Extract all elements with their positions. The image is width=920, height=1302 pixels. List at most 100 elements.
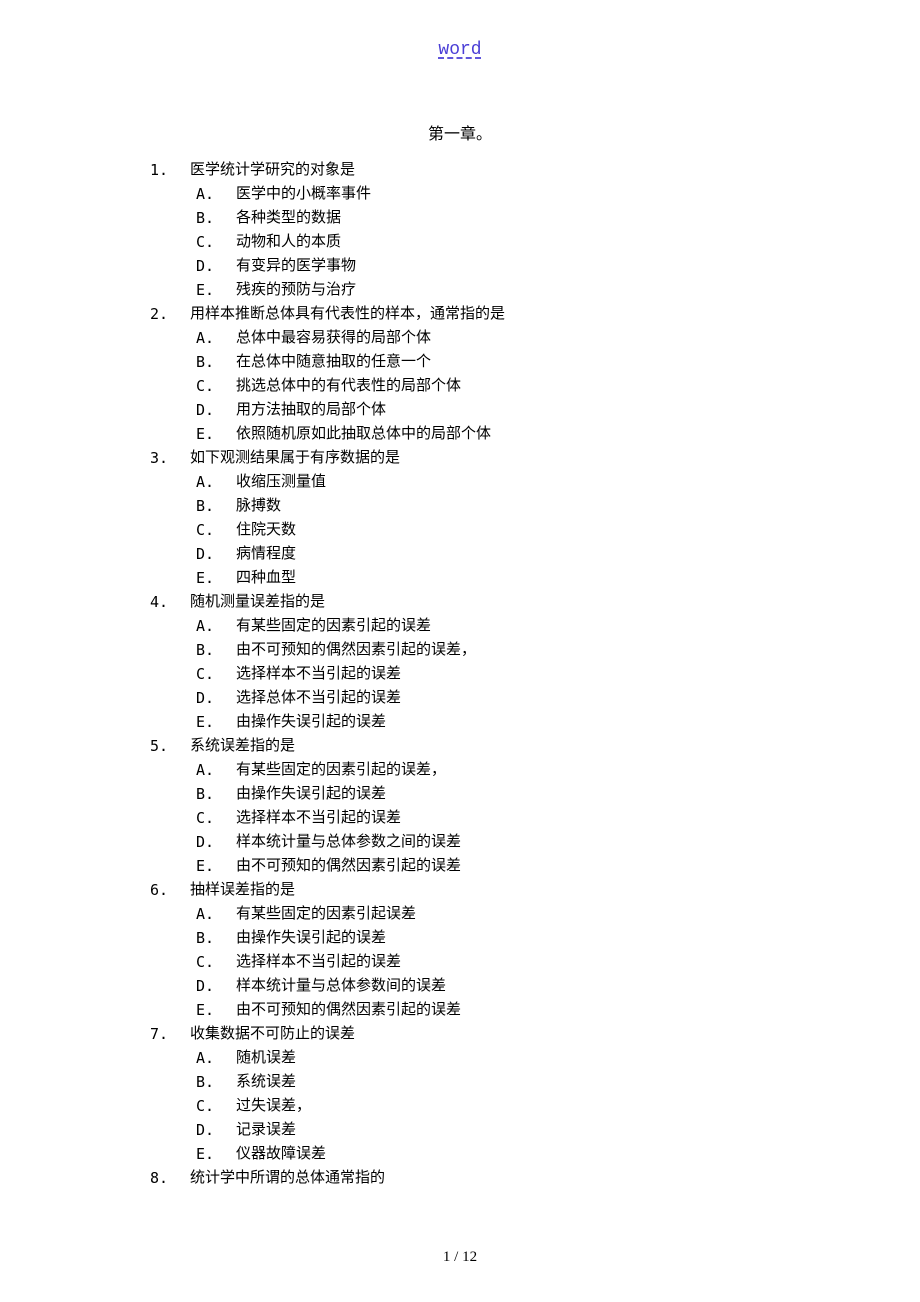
option-letter: B. [196, 494, 236, 518]
option-line: C.选择样本不当引起的误差 [150, 806, 770, 830]
option-text: 在总体中随意抽取的任意一个 [236, 350, 770, 374]
option-letter: B. [196, 206, 236, 230]
option-letter: B. [196, 350, 236, 374]
option-text: 脉搏数 [236, 494, 770, 518]
option-line: A.医学中的小概率事件 [150, 182, 770, 206]
option-text: 用方法抽取的局部个体 [236, 398, 770, 422]
option-text: 样本统计量与总体参数之间的误差 [236, 830, 770, 854]
option-text: 选择样本不当引起的误差 [236, 662, 770, 686]
question-stem: 3.如下观测结果属于有序数据的是 [150, 446, 770, 470]
option-letter: C. [196, 1094, 236, 1118]
question-stem: 6.抽样误差指的是 [150, 878, 770, 902]
option-line: B.由不可预知的偶然因素引起的误差， [150, 638, 770, 662]
option-line: B.系统误差 [150, 1070, 770, 1094]
option-line: D.有变异的医学事物 [150, 254, 770, 278]
question-block: 7.收集数据不可防止的误差A.随机误差B.系统误差C.过失误差，D.记录误差E.… [150, 1022, 770, 1166]
option-line: E.由操作失误引起的误差 [150, 710, 770, 734]
option-letter: D. [196, 830, 236, 854]
option-line: A.有某些固定的因素引起误差 [150, 902, 770, 926]
document-page: word 第一章。 1.医学统计学研究的对象是A.医学中的小概率事件B.各种类型… [0, 0, 920, 1302]
option-text: 由不可预知的偶然因素引起的误差， [236, 638, 770, 662]
option-letter: E. [196, 278, 236, 302]
header-link[interactable]: word [150, 40, 770, 60]
question-number: 8. [150, 1166, 190, 1190]
option-line: B.由操作失误引起的误差 [150, 782, 770, 806]
question-stem: 8.统计学中所谓的总体通常指的 [150, 1166, 770, 1190]
question-stem: 4.随机测量误差指的是 [150, 590, 770, 614]
option-letter: D. [196, 398, 236, 422]
question-block: 6.抽样误差指的是A.有某些固定的因素引起误差B.由操作失误引起的误差C.选择样… [150, 878, 770, 1022]
option-text: 各种类型的数据 [236, 206, 770, 230]
question-number: 1. [150, 158, 190, 182]
option-letter: A. [196, 758, 236, 782]
option-text: 记录误差 [236, 1118, 770, 1142]
option-text: 有某些固定的因素引起的误差 [236, 614, 770, 638]
option-text: 依照随机原如此抽取总体中的局部个体 [236, 422, 770, 446]
option-text: 收缩压测量值 [236, 470, 770, 494]
option-letter: E. [196, 422, 236, 446]
option-text: 系统误差 [236, 1070, 770, 1094]
option-text: 有某些固定的因素引起误差 [236, 902, 770, 926]
option-letter: C. [196, 230, 236, 254]
option-line: E.四种血型 [150, 566, 770, 590]
option-letter: C. [196, 374, 236, 398]
option-text: 动物和人的本质 [236, 230, 770, 254]
option-letter: D. [196, 686, 236, 710]
option-text: 残疾的预防与治疗 [236, 278, 770, 302]
option-letter: E. [196, 1142, 236, 1166]
option-letter: A. [196, 326, 236, 350]
question-text: 随机测量误差指的是 [190, 590, 770, 614]
option-line: E.仪器故障误差 [150, 1142, 770, 1166]
page-indicator: 1 / 12 [443, 1249, 477, 1265]
option-text: 挑选总体中的有代表性的局部个体 [236, 374, 770, 398]
option-letter: D. [196, 542, 236, 566]
question-number: 4. [150, 590, 190, 614]
option-letter: A. [196, 902, 236, 926]
option-text: 随机误差 [236, 1046, 770, 1070]
option-letter: A. [196, 182, 236, 206]
option-letter: D. [196, 254, 236, 278]
option-line: C.住院天数 [150, 518, 770, 542]
option-letter: C. [196, 806, 236, 830]
option-text: 由操作失误引起的误差 [236, 926, 770, 950]
option-line: B.在总体中随意抽取的任意一个 [150, 350, 770, 374]
option-letter: A. [196, 614, 236, 638]
option-letter: E. [196, 710, 236, 734]
question-stem: 1.医学统计学研究的对象是 [150, 158, 770, 182]
option-text: 仪器故障误差 [236, 1142, 770, 1166]
option-text: 有某些固定的因素引起的误差， [236, 758, 770, 782]
question-text: 统计学中所谓的总体通常指的 [190, 1166, 770, 1190]
question-block: 3.如下观测结果属于有序数据的是A.收缩压测量值B.脉搏数C.住院天数D.病情程… [150, 446, 770, 590]
option-letter: B. [196, 782, 236, 806]
questions-list: 1.医学统计学研究的对象是A.医学中的小概率事件B.各种类型的数据C.动物和人的… [150, 158, 770, 1190]
option-line: C.选择样本不当引起的误差 [150, 950, 770, 974]
question-text: 抽样误差指的是 [190, 878, 770, 902]
option-letter: D. [196, 974, 236, 998]
question-number: 7. [150, 1022, 190, 1046]
option-text: 由不可预知的偶然因素引起的误差 [236, 854, 770, 878]
question-text: 收集数据不可防止的误差 [190, 1022, 770, 1046]
option-line: E.残疾的预防与治疗 [150, 278, 770, 302]
question-block: 4.随机测量误差指的是A.有某些固定的因素引起的误差B.由不可预知的偶然因素引起… [150, 590, 770, 734]
option-text: 选择样本不当引起的误差 [236, 950, 770, 974]
question-number: 3. [150, 446, 190, 470]
option-text: 由操作失误引起的误差 [236, 782, 770, 806]
option-line: D.选择总体不当引起的误差 [150, 686, 770, 710]
option-text: 选择样本不当引起的误差 [236, 806, 770, 830]
option-line: A.随机误差 [150, 1046, 770, 1070]
page-footer: 1 / 12 [0, 1249, 920, 1266]
option-line: D.记录误差 [150, 1118, 770, 1142]
question-text: 医学统计学研究的对象是 [190, 158, 770, 182]
question-block: 2.用样本推断总体具有代表性的样本，通常指的是A.总体中最容易获得的局部个体B.… [150, 302, 770, 446]
option-text: 有变异的医学事物 [236, 254, 770, 278]
chapter-title: 第一章。 [150, 120, 770, 144]
option-letter: B. [196, 638, 236, 662]
question-number: 6. [150, 878, 190, 902]
question-stem: 7.收集数据不可防止的误差 [150, 1022, 770, 1046]
option-text: 由操作失误引起的误差 [236, 710, 770, 734]
question-block: 1.医学统计学研究的对象是A.医学中的小概率事件B.各种类型的数据C.动物和人的… [150, 158, 770, 302]
option-line: B.各种类型的数据 [150, 206, 770, 230]
option-line: D.样本统计量与总体参数之间的误差 [150, 830, 770, 854]
option-letter: D. [196, 1118, 236, 1142]
option-line: E.由不可预知的偶然因素引起的误差 [150, 854, 770, 878]
